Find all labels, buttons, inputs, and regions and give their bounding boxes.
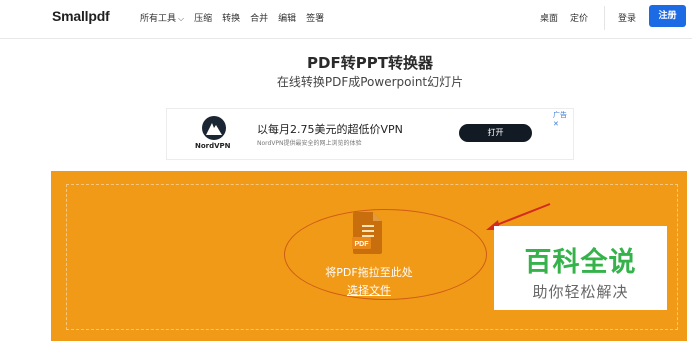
nav-desktop-wrap: 桌面 (540, 11, 558, 24)
select-file-link[interactable]: 选择文件 (300, 282, 438, 298)
nav-compress[interactable]: 压缩 (194, 11, 212, 24)
nav-desktop[interactable]: 桌面 (540, 11, 558, 24)
ad-subtext: NordVPN提供最安全的网上浏览的体验 (257, 140, 362, 147)
watermark-subtitle: 助你轻松解决 (532, 283, 629, 301)
ad-brand: NordVPN (195, 142, 231, 150)
nav-convert[interactable]: 转换 (222, 11, 240, 24)
pdf-file-icon: PDF (352, 211, 384, 259)
nav-edit[interactable]: 编辑 (278, 11, 296, 24)
chevron-down-icon: ⌵ (178, 14, 185, 23)
signup-button[interactable]: 注册 (649, 5, 686, 27)
login-link[interactable]: 登录 (618, 11, 636, 24)
top-nav-bar: Smallpdf 所有工具 ⌵ 压缩 转换 合并 编辑 签署 桌面 定价 登录 注… (0, 0, 692, 39)
nav-all-tools[interactable]: 所有工具 ⌵ (140, 11, 184, 24)
nav-sign[interactable]: 签署 (306, 11, 324, 24)
nav-pricing[interactable]: 定价 (570, 11, 588, 24)
page-subtitle: 在线转换PDF成Powerpoint幻灯片 (276, 75, 464, 89)
watermark-badge: 百科全说 助你轻松解决 (494, 226, 667, 310)
nav-login-wrap: 登录 (618, 11, 636, 24)
smallpdf-logo[interactable]: Smallpdf (52, 8, 110, 24)
ad-headline: 以每月2.75美元的超低价VPN (257, 123, 403, 136)
pdf-icon-label: PDF (355, 241, 370, 248)
watermark-title: 百科全说 (524, 247, 637, 278)
nordvpn-logo-icon (201, 116, 227, 144)
ad-choices-icon[interactable]: 广告 ✕ (553, 110, 573, 128)
nav-divider (604, 6, 605, 30)
ad-banner[interactable]: NordVPN 以每月2.75美元的超低价VPN NordVPN提供最安全的网上… (166, 108, 574, 160)
ad-open-button[interactable]: 打开 (459, 124, 532, 142)
drop-instruction: 将PDF拖拉至此处 (325, 266, 413, 279)
page-title: PDF转PPT转换器 (307, 54, 433, 72)
nav-all-tools-label: 所有工具 (140, 14, 177, 24)
nav-left: 所有工具 ⌵ 压缩 转换 合并 编辑 签署 (140, 11, 334, 24)
nav-pricing-wrap: 定价 (570, 11, 588, 24)
nav-merge[interactable]: 合并 (250, 11, 268, 24)
